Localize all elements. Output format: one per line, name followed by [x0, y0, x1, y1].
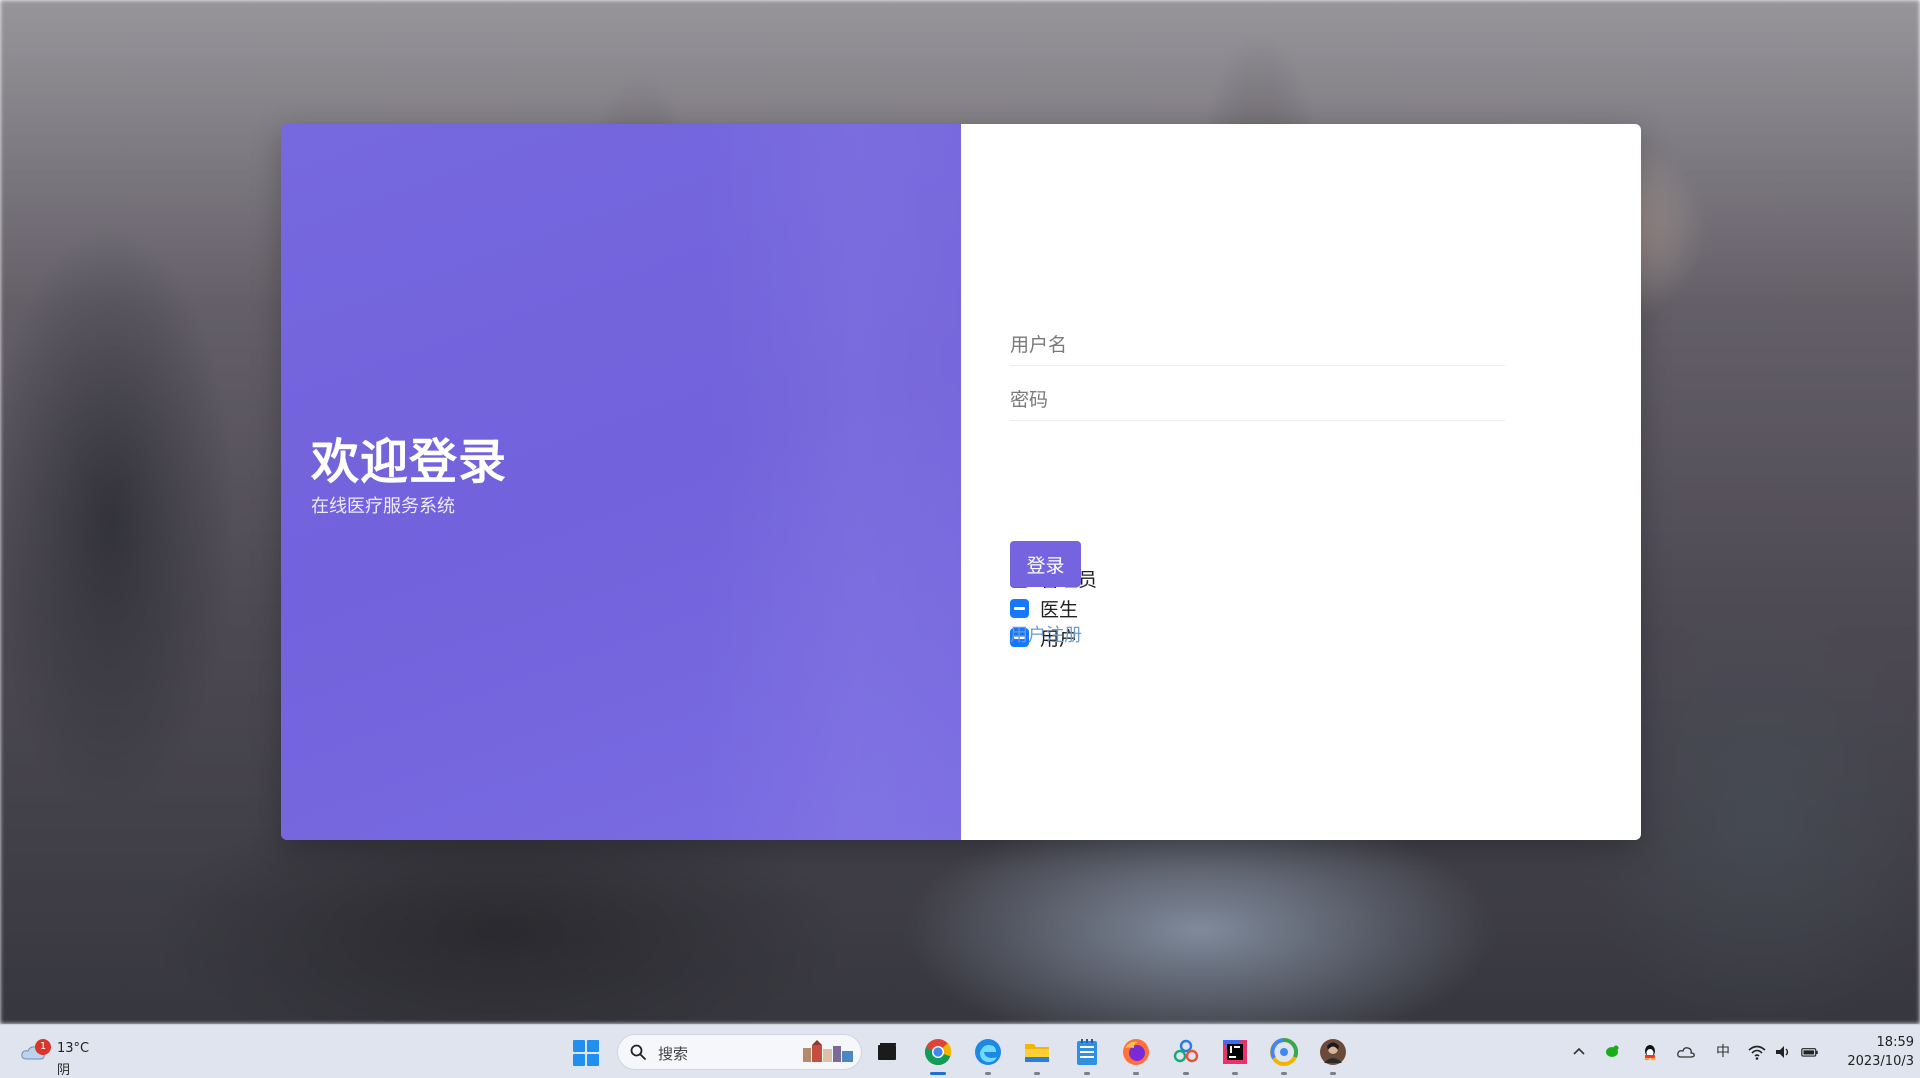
welcome-panel: 欢迎登录 在线医疗服务系统: [281, 124, 961, 840]
login-button[interactable]: 登录: [1010, 541, 1081, 587]
notification-badge: 1: [35, 1039, 51, 1055]
avatar-icon: [1320, 1039, 1346, 1065]
ide-icon: [1223, 1040, 1247, 1064]
running-indicator: [1281, 1072, 1287, 1075]
taskbar: 1 13°C 阴 搜索 中 18:59 2023/10/3: [0, 1024, 1920, 1078]
ide-taskbar-button[interactable]: [1219, 1036, 1251, 1075]
windows-icon[interactable]: [573, 1040, 599, 1066]
wechat-icon[interactable]: [1603, 1043, 1621, 1061]
system-clock[interactable]: 18:59 2023/10/3: [1838, 1033, 1914, 1071]
notepad-icon: [1077, 1039, 1097, 1065]
running-indicator: [1232, 1072, 1238, 1075]
firefox-taskbar-button[interactable]: [1120, 1036, 1152, 1075]
username-field[interactable]: [1010, 325, 1505, 366]
weather-condition: 阴: [57, 1063, 71, 1078]
running-indicator: [1183, 1072, 1189, 1075]
weather-temperature: 13°C: [57, 1041, 90, 1056]
running-indicator: [1084, 1072, 1090, 1075]
file-explorer-taskbar-button[interactable]: [1021, 1036, 1053, 1075]
running-indicator: [1034, 1072, 1040, 1075]
role-checkbox-doctor[interactable]: 医生: [1010, 596, 1079, 621]
chevron-up-icon[interactable]: [1570, 1043, 1588, 1061]
edge-icon: [975, 1039, 1001, 1065]
login-card: 欢迎登录 在线医疗服务系统 管理员 医生 用户 登录 用户注册: [281, 124, 1641, 840]
firefox-icon: [1123, 1039, 1149, 1065]
qq-icon[interactable]: [1641, 1043, 1659, 1061]
login-form: 管理员 医生 用户 登录 用户注册: [961, 124, 1641, 840]
checkbox-indeterminate-icon[interactable]: [1010, 598, 1029, 618]
welcome-title: 欢迎登录: [311, 434, 508, 490]
wifi-icon[interactable]: [1748, 1043, 1766, 1061]
volume-icon[interactable]: [1774, 1043, 1792, 1061]
browser-taskbar-button[interactable]: [1268, 1036, 1300, 1075]
weather-widget[interactable]: 1 13°C 阴: [16, 1033, 96, 1078]
clock-time: 18:59: [1876, 1035, 1914, 1050]
running-indicator: [1133, 1072, 1139, 1075]
battery-icon[interactable]: [1801, 1043, 1819, 1061]
ime-indicator[interactable]: 中: [1714, 1043, 1732, 1061]
running-indicator: [985, 1072, 991, 1075]
role-label: 医生: [1040, 598, 1079, 621]
folder-icon: [1025, 1044, 1049, 1062]
task-view-button[interactable]: [871, 1036, 903, 1068]
edge-taskbar-button[interactable]: [972, 1036, 1004, 1075]
register-link[interactable]: 用户注册: [1010, 621, 1082, 647]
network-icon: [1173, 1039, 1199, 1063]
browser-icon: [1270, 1038, 1298, 1066]
network-taskbar-button[interactable]: [1170, 1036, 1202, 1075]
panel-glow: [701, 124, 961, 840]
task-view-icon: [878, 1043, 896, 1060]
running-indicator: [1330, 1072, 1336, 1075]
onedrive-icon[interactable]: [1677, 1043, 1695, 1061]
taskbar-search[interactable]: 搜索: [617, 1034, 862, 1070]
search-highlight-icon: [803, 1040, 853, 1062]
chrome-taskbar-button[interactable]: [922, 1036, 954, 1075]
search-placeholder: 搜索: [658, 1045, 689, 1063]
active-indicator: [930, 1072, 946, 1075]
password-field[interactable]: [1010, 380, 1505, 421]
avatar-taskbar-button[interactable]: [1317, 1036, 1349, 1075]
notepad-taskbar-button[interactable]: [1071, 1036, 1103, 1075]
system-subtitle: 在线医疗服务系统: [311, 496, 455, 517]
search-icon: [630, 1044, 646, 1060]
clock-date: 2023/10/3: [1847, 1054, 1914, 1069]
chrome-icon: [924, 1039, 952, 1066]
